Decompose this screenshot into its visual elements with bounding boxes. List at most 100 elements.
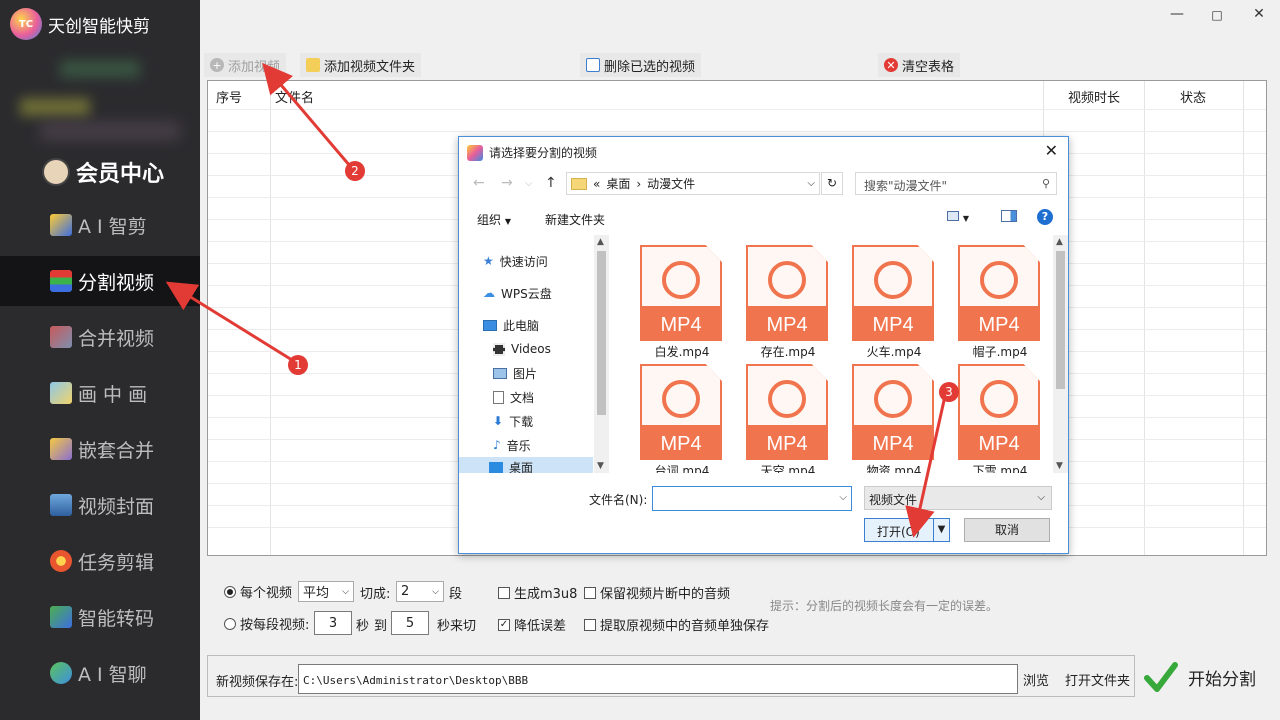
column-header-status[interactable]: 状态 — [1180, 87, 1206, 106]
nav-scrollbar-thumb[interactable] — [597, 251, 606, 415]
add-folder-button[interactable]: 添加视频文件夹 — [300, 53, 422, 77]
up-arrow-icon[interactable]: ↑ — [545, 175, 557, 191]
sidebar-item-transcode[interactable]: 智能转码 — [0, 592, 200, 642]
clear-table-button[interactable]: ✕ 清空表格 — [878, 53, 961, 77]
file-type-label: MP4 — [660, 433, 702, 455]
start-split-button[interactable]: 开始分割 — [1140, 655, 1266, 699]
sidebar-item-label: 智能转码 — [78, 607, 155, 630]
file-item[interactable]: MP4 台词.mp4 — [623, 358, 723, 473]
by-segment-radio[interactable]: 按每段视频: — [224, 614, 309, 633]
each-video-radio[interactable]: 每个视频 — [224, 582, 292, 601]
sidebar-item-merge-video[interactable]: 合并视频 — [0, 312, 200, 362]
recent-chevron-icon[interactable]: ⌵ — [525, 178, 533, 189]
file-item[interactable]: MP4 天空.mp4 — [729, 358, 829, 473]
column-header-index[interactable]: 序号 — [216, 87, 242, 106]
keep-audio-checkbox[interactable]: 保留视频片断中的音频 — [584, 583, 730, 602]
column-header-duration[interactable]: 视频时长 — [1068, 87, 1120, 106]
gen-m3u8-checkbox[interactable]: 生成m3u8 — [498, 583, 577, 602]
extract-audio-checkbox[interactable]: 提取原视频中的音频单独保存 — [584, 615, 769, 634]
film-reel-icon — [662, 380, 700, 418]
column-header-filename[interactable]: 文件名 — [275, 87, 314, 106]
search-input[interactable]: 搜索"动漫文件" ⚲ — [855, 172, 1057, 195]
nav-this-pc[interactable]: 此电脑 — [483, 315, 539, 335]
nav-label: 下载 — [509, 414, 534, 429]
split-mode-select[interactable]: 平均 ⌵ — [298, 581, 354, 602]
from-seconds-input[interactable]: 3 — [314, 611, 352, 635]
nav-scrollbar[interactable]: ▲ ▼ — [594, 235, 609, 473]
nav-desktop[interactable]: 桌面 — [459, 457, 593, 473]
save-path-input[interactable]: C:\Users\Administrator\Desktop\BBB — [298, 664, 1018, 694]
maximize-button[interactable]: □ — [1202, 8, 1232, 22]
files-scrollbar[interactable]: ▲ ▼ — [1053, 235, 1068, 473]
file-item[interactable]: MP4 帽子.mp4 — [941, 239, 1041, 359]
back-arrow-icon[interactable]: ← — [473, 175, 485, 191]
nav-videos[interactable]: Videos — [493, 339, 551, 359]
forward-arrow-icon[interactable]: → — [501, 175, 513, 191]
select-value: 视频文件 — [869, 493, 918, 507]
sidebar-item-pip[interactable]: 画 中 画 — [0, 368, 200, 418]
file-item[interactable]: MP4 下雪.mp4 — [941, 358, 1041, 473]
cancel-button[interactable]: 取消 — [964, 518, 1050, 542]
scroll-down-arrow-icon[interactable]: ▼ — [1056, 461, 1063, 471]
dropdown-arrow-icon[interactable]: ▼ — [933, 519, 949, 541]
nav-wps-cloud[interactable]: ☁ WPS云盘 — [483, 283, 552, 303]
new-folder-button[interactable]: 新建文件夹 — [545, 211, 605, 228]
file-name: 物资.mp4 — [866, 464, 922, 473]
file-item[interactable]: MP4 存在.mp4 — [729, 239, 829, 359]
file-item[interactable]: MP4 物资.mp4 — [835, 358, 935, 473]
preview-pane-icon[interactable] — [1001, 210, 1017, 225]
star-icon: ★ — [483, 254, 494, 268]
scroll-down-arrow-icon[interactable]: ▼ — [597, 461, 604, 471]
filetype-select[interactable]: 视频文件 ⌵ — [864, 486, 1052, 510]
file-type-label: MP4 — [872, 433, 914, 455]
nav-documents[interactable]: 文档 — [493, 387, 534, 407]
sidebar-item-ai-clip[interactable]: A I 智剪 — [0, 200, 200, 250]
file-item[interactable]: MP4 火车.mp4 — [835, 239, 935, 359]
file-item[interactable]: MP4 白发.mp4 — [623, 239, 723, 359]
add-video-button[interactable]: + 添加视频 — [204, 53, 287, 77]
breadcrumb-overflow[interactable]: « — [593, 177, 600, 191]
checkmark-icon: ✓ — [498, 618, 510, 631]
sidebar-item-nest-merge[interactable]: 嵌套合并 — [0, 424, 200, 474]
chevron-down-icon[interactable]: ⌵ — [839, 492, 847, 503]
breadcrumb-anime-folder[interactable]: 动漫文件 — [647, 175, 695, 192]
organize-button[interactable]: 组织 ▼ — [477, 211, 511, 228]
open-folder-button[interactable]: 打开文件夹 — [1065, 670, 1130, 689]
reduce-error-checkbox[interactable]: ✓ 降低误差 — [498, 615, 566, 634]
sidebar-item-label: 画 中 画 — [78, 383, 148, 406]
checkbox-label: 提取原视频中的音频单独保存 — [600, 619, 770, 634]
scroll-up-arrow-icon[interactable]: ▲ — [1056, 237, 1063, 247]
sidebar-item-split-video[interactable]: 分割视频 — [0, 256, 200, 306]
help-icon[interactable]: ? — [1037, 209, 1053, 225]
sidebar: TC 天创智能快剪 会员中心 A I 智剪 分割视频 合并视频 画 中 画 嵌套… — [0, 0, 200, 720]
view-mode-icon[interactable]: ▼ — [947, 210, 969, 224]
nav-music[interactable]: ♪ 音乐 — [493, 435, 531, 455]
minimize-button[interactable]: — — [1162, 6, 1192, 22]
filename-input[interactable]: ⌵ — [652, 486, 852, 511]
dialog-close-button[interactable]: ✕ — [1045, 141, 1058, 160]
close-button[interactable]: ✕ — [1244, 6, 1274, 22]
address-bar[interactable]: « 桌面 › 动漫文件 ⌵ — [566, 172, 820, 195]
mp4-file-icon: MP4 — [852, 364, 934, 460]
nav-pictures[interactable]: 图片 — [493, 363, 537, 383]
segments-select[interactable]: 2 ⌵ — [396, 581, 444, 602]
sidebar-item-task-edit[interactable]: 任务剪辑 — [0, 536, 200, 586]
chevron-down-icon[interactable]: ⌵ — [807, 178, 815, 189]
row-divider — [208, 109, 1266, 110]
file-name: 台词.mp4 — [654, 464, 710, 473]
open-button[interactable]: 打开(O) ▼ — [864, 518, 950, 542]
browse-button[interactable]: 浏览 — [1023, 670, 1049, 689]
scroll-up-arrow-icon[interactable]: ▲ — [597, 237, 604, 247]
sidebar-item-ai-chat[interactable]: A I 智聊 — [0, 648, 200, 698]
breadcrumb-desktop[interactable]: 桌面 — [606, 175, 630, 192]
member-center-button[interactable]: 会员中心 — [42, 156, 164, 188]
to-seconds-input[interactable]: 5 — [391, 611, 429, 635]
refresh-icon[interactable]: ↻ — [821, 172, 843, 195]
files-scrollbar-thumb[interactable] — [1056, 251, 1065, 389]
nav-downloads[interactable]: ⬇ 下载 — [493, 411, 533, 431]
nav-quick-access[interactable]: ★ 快速访问 — [483, 251, 548, 271]
sidebar-item-cover[interactable]: 视频封面 — [0, 480, 200, 530]
delete-list-icon — [586, 58, 600, 72]
delete-selected-button[interactable]: 删除已选的视频 — [580, 53, 702, 77]
search-placeholder: 搜索"动漫文件" — [864, 179, 948, 193]
